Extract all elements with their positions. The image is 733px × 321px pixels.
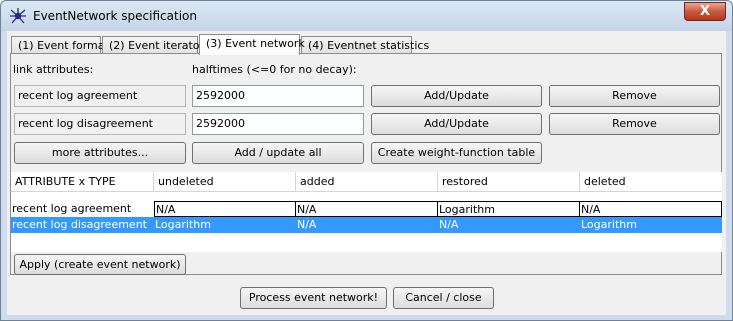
- tab-event-iterator[interactable]: (2) Event iterator: [102, 36, 204, 54]
- table-cell: recent log agreement: [12, 202, 132, 215]
- table-cell: N/A: [439, 218, 459, 231]
- table-cell: Logarithm: [155, 218, 211, 231]
- table-cell: Logarithm: [438, 201, 580, 217]
- table-cell: N/A: [154, 201, 296, 217]
- event-network-window: EventNetwork specification X (1) Event f…: [0, 0, 733, 321]
- add-update-disagreement-button[interactable]: Add/Update: [371, 113, 542, 135]
- attribute-name-agreement: recent log agreement: [14, 85, 186, 107]
- table-cell: recent log disagreement: [12, 218, 147, 231]
- column-header-added[interactable]: added: [296, 172, 438, 192]
- spider-icon: [10, 8, 26, 24]
- add-update-agreement-button[interactable]: Add/Update: [371, 85, 542, 107]
- attribute-type-table: ATTRIBUTE x TYPE undeleted added restore…: [11, 172, 722, 252]
- more-attributes-button[interactable]: more attributes...: [14, 142, 186, 164]
- table-cell: N/A: [297, 218, 317, 231]
- table-header: ATTRIBUTE x TYPE undeleted added restore…: [11, 172, 722, 192]
- cancel-close-button[interactable]: Cancel / close: [393, 287, 494, 309]
- process-event-network-button[interactable]: Process event network!: [240, 287, 387, 309]
- event-network-panel: link attributes: halftimes (<=0 for no d…: [10, 53, 722, 275]
- table-cell: N/A: [580, 201, 722, 217]
- column-header-deleted[interactable]: deleted: [580, 172, 722, 192]
- table-row[interactable]: recent log agreement N/A N/A Logarithm N…: [11, 201, 722, 217]
- window-title: EventNetwork specification: [33, 9, 197, 23]
- table-cell: Logarithm: [581, 218, 637, 231]
- remove-agreement-button[interactable]: Remove: [549, 85, 720, 107]
- apply-create-event-network-button[interactable]: Apply (create event network): [14, 254, 186, 275]
- close-icon: X: [699, 4, 711, 19]
- attribute-name-disagreement: recent log disagreement: [14, 113, 186, 135]
- dialog-client: (1) Event format (2) Event iterator (3) …: [7, 31, 726, 315]
- halftime-field-agreement[interactable]: 2592000: [192, 85, 364, 107]
- create-weight-function-table-button[interactable]: Create weight-function table: [371, 142, 542, 164]
- tab-event-network[interactable]: (3) Event network: [199, 34, 305, 55]
- add-update-all-button[interactable]: Add / update all: [192, 142, 364, 164]
- link-attributes-label: link attributes:: [13, 63, 94, 76]
- tab-event-format[interactable]: (1) Event format: [11, 36, 109, 54]
- table-row[interactable]: recent log disagreement Logarithm N/A N/…: [11, 217, 722, 233]
- remove-disagreement-button[interactable]: Remove: [549, 113, 720, 135]
- halftime-field-disagreement[interactable]: 2592000: [192, 113, 364, 135]
- tab-eventnet-statistics[interactable]: (4) Eventnet statistics: [301, 36, 429, 54]
- column-header-attribute-type[interactable]: ATTRIBUTE x TYPE: [11, 172, 154, 192]
- halftimes-label: halftimes (<=0 for no decay):: [192, 63, 357, 76]
- title-bar[interactable]: EventNetwork specification X: [1, 1, 732, 31]
- table-cell: N/A: [296, 201, 438, 217]
- close-window-button[interactable]: X: [684, 2, 726, 21]
- column-header-undeleted[interactable]: undeleted: [154, 172, 296, 192]
- column-header-restored[interactable]: restored: [438, 172, 580, 192]
